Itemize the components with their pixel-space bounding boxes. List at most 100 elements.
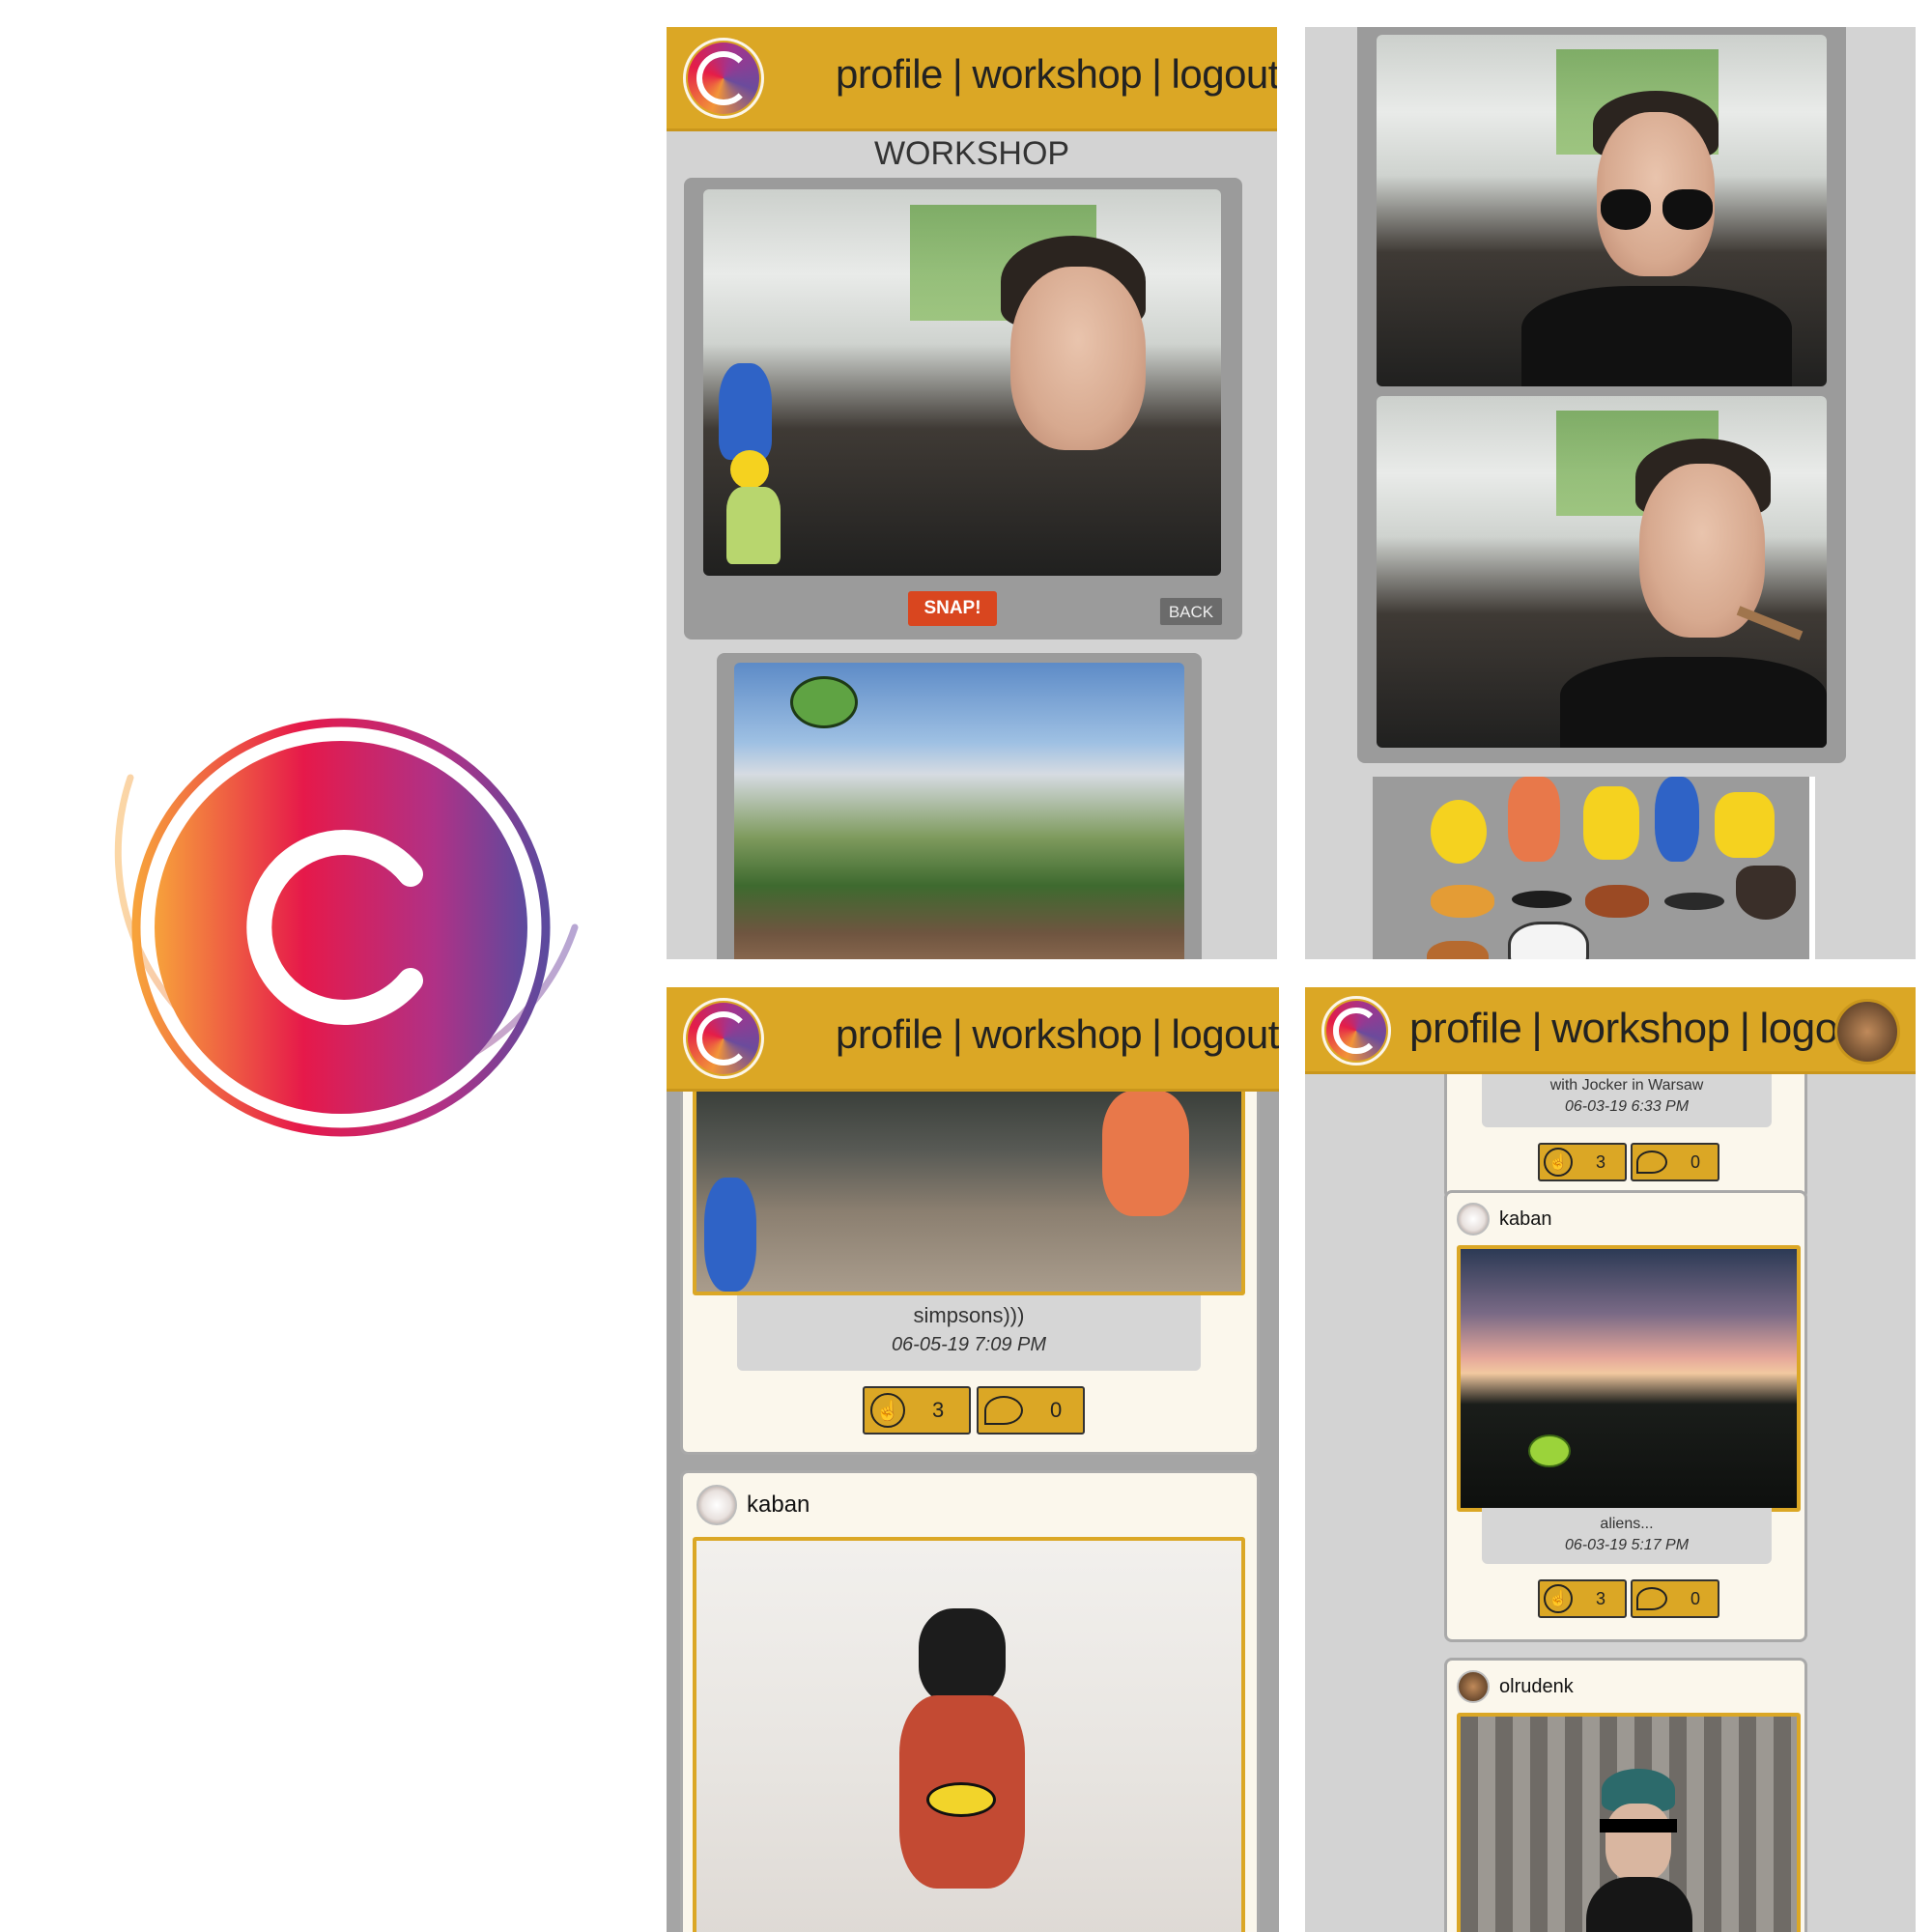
post-image[interactable] <box>1457 1245 1801 1512</box>
nav-separator: | <box>1151 51 1162 97</box>
nav-profile-link[interactable]: profile <box>836 51 943 98</box>
snapshot-cigar[interactable] <box>1377 396 1827 748</box>
workshop-screen: profile | workshop | logout WORKSHOP SNA… <box>667 27 1277 959</box>
nav-separator: | <box>1531 1005 1543 1052</box>
like-button[interactable]: ☝ 3 <box>1538 1579 1627 1618</box>
post-date: 06-05-19 7:09 PM <box>891 1334 1047 1355</box>
nav-profile-link[interactable]: profile <box>1409 1005 1522 1053</box>
header-bar: profile | workshop | logout <box>667 987 1279 1092</box>
beard-sticker[interactable] <box>1736 866 1796 920</box>
nav-logout-link[interactable]: logout <box>1172 1011 1279 1058</box>
nav-workshop-link[interactable]: workshop <box>1551 1005 1730 1053</box>
post-author[interactable]: kaban <box>1457 1203 1552 1236</box>
post-actions: ☝ 3 0 <box>1538 1579 1719 1618</box>
speech-bubble-icon <box>1636 1151 1667 1174</box>
post-card: kaban <box>680 1470 1260 1932</box>
author-name[interactable]: olrudenk <box>1499 1676 1574 1698</box>
barney-sticker[interactable] <box>1508 777 1560 862</box>
sticker-palette <box>1373 777 1815 959</box>
brown-mustache-sticker[interactable] <box>1585 885 1649 918</box>
main-nav: profile | workshop | logout <box>836 1011 1279 1058</box>
alien-sticker <box>1528 1435 1571 1467</box>
post-card: olrudenk <box>1444 1658 1807 1932</box>
app-logo-icon[interactable] <box>683 38 764 119</box>
speech-bubble-icon <box>984 1396 1023 1425</box>
thumbs-up-icon: ☝ <box>870 1393 905 1428</box>
nav-profile-link[interactable]: profile <box>836 1011 943 1058</box>
background-preview[interactable] <box>734 663 1184 959</box>
bart-sticker[interactable] <box>1715 792 1775 858</box>
main-nav: profile | workshop | logout <box>836 51 1277 98</box>
post-actions: ☝ 3 0 <box>1538 1143 1719 1181</box>
snapshot-sunglasses[interactable] <box>1377 35 1827 386</box>
marge-small-sticker[interactable] <box>1655 777 1699 862</box>
caption-text: simpsons))) <box>913 1303 1025 1327</box>
like-button[interactable]: ☝ 3 <box>1538 1143 1627 1181</box>
nav-workshop-link[interactable]: workshop <box>972 51 1142 98</box>
orange-mustache-sticker[interactable] <box>1431 885 1494 918</box>
app-logo-icon[interactable] <box>683 998 764 1079</box>
header-bar: profile | workshop | logout <box>667 27 1277 131</box>
black-eyebrows-sticker[interactable] <box>1512 891 1572 908</box>
post-caption: aliens... 06-03-19 5:17 PM <box>1482 1508 1772 1564</box>
sticker-picker-screen <box>1305 27 1916 959</box>
thumbs-up-icon: ☝ <box>1544 1584 1573 1613</box>
thin-mustache-sticker[interactable] <box>1664 893 1724 910</box>
cigar-sticker <box>1736 606 1804 640</box>
main-nav: profile | workshop | logout <box>1409 1005 1873 1053</box>
app-logo-large <box>92 705 594 1188</box>
author-name[interactable]: kaban <box>1499 1208 1552 1231</box>
webcam-preview <box>703 189 1221 576</box>
post-image[interactable] <box>693 1537 1245 1932</box>
pixel-sunglasses-sticker <box>1600 1819 1677 1833</box>
avatar <box>696 1485 737 1525</box>
nav-separator: | <box>952 51 963 97</box>
back-button[interactable]: BACK <box>1159 597 1223 626</box>
santa-beard-sticker[interactable] <box>1508 922 1589 959</box>
person-figure <box>1586 1769 1692 1932</box>
like-count: 3 <box>1596 1588 1606 1608</box>
ginger-beard-sticker[interactable] <box>1427 941 1489 959</box>
barney-sticker <box>1102 1091 1189 1216</box>
post-card: simpsons))) 06-05-19 7:09 PM ☝ 3 0 <box>680 1045 1260 1455</box>
post-caption: with Jocker in Warsaw 06-03-19 6:33 PM <box>1482 1073 1772 1127</box>
post-card: kaban aliens... 06-03-19 5:17 PM ☝ 3 0 <box>1444 1190 1807 1642</box>
post-actions: ☝ 3 0 <box>863 1386 1085 1435</box>
post-image[interactable] <box>1457 1713 1801 1932</box>
like-button[interactable]: ☝ 3 <box>863 1386 971 1435</box>
author-name[interactable]: kaban <box>747 1492 810 1519</box>
speech-bubble-icon <box>1636 1587 1667 1610</box>
user-avatar[interactable] <box>1834 999 1900 1065</box>
sunglasses-sticker <box>1601 189 1713 232</box>
snap-button[interactable]: SNAP! <box>908 591 997 626</box>
post-author[interactable]: kaban <box>696 1485 810 1525</box>
camera-frame: SNAP! BACK <box>684 178 1242 639</box>
dog-figure <box>890 1608 1035 1927</box>
caption-text: with Jocker in Warsaw <box>1549 1077 1704 1094</box>
batman-logo-sticker <box>926 1782 996 1817</box>
comment-button[interactable]: 0 <box>977 1386 1085 1435</box>
avatar <box>1457 1203 1490 1236</box>
comment-button[interactable]: 0 <box>1631 1579 1719 1618</box>
like-count: 3 <box>1596 1151 1606 1172</box>
comment-button[interactable]: 0 <box>1631 1143 1719 1181</box>
nav-workshop-link[interactable]: workshop <box>972 1011 1142 1058</box>
homer-sticker[interactable] <box>1431 800 1487 864</box>
post-date: 06-03-19 6:33 PM <box>1564 1098 1690 1115</box>
marge-sticker <box>704 1178 756 1292</box>
post-image[interactable] <box>693 1087 1245 1295</box>
avatar <box>1457 1670 1490 1703</box>
bart-running-sticker[interactable] <box>1583 786 1639 860</box>
page-title: WORKSHOP <box>873 135 1070 172</box>
app-logo-icon[interactable] <box>1321 996 1391 1065</box>
comment-count: 0 <box>1690 1588 1701 1608</box>
nav-logout-link[interactable]: logout <box>1172 51 1277 98</box>
pepe-frog-sticker <box>790 676 858 728</box>
header-bar: profile | workshop | logout <box>1305 987 1916 1074</box>
post-author[interactable]: olrudenk <box>1457 1670 1574 1703</box>
preview-frame <box>1357 27 1846 763</box>
post-caption: simpsons))) 06-05-19 7:09 PM <box>737 1295 1201 1371</box>
person-face <box>1010 267 1146 450</box>
marge-sticker <box>709 363 801 566</box>
background-frame <box>717 653 1202 959</box>
